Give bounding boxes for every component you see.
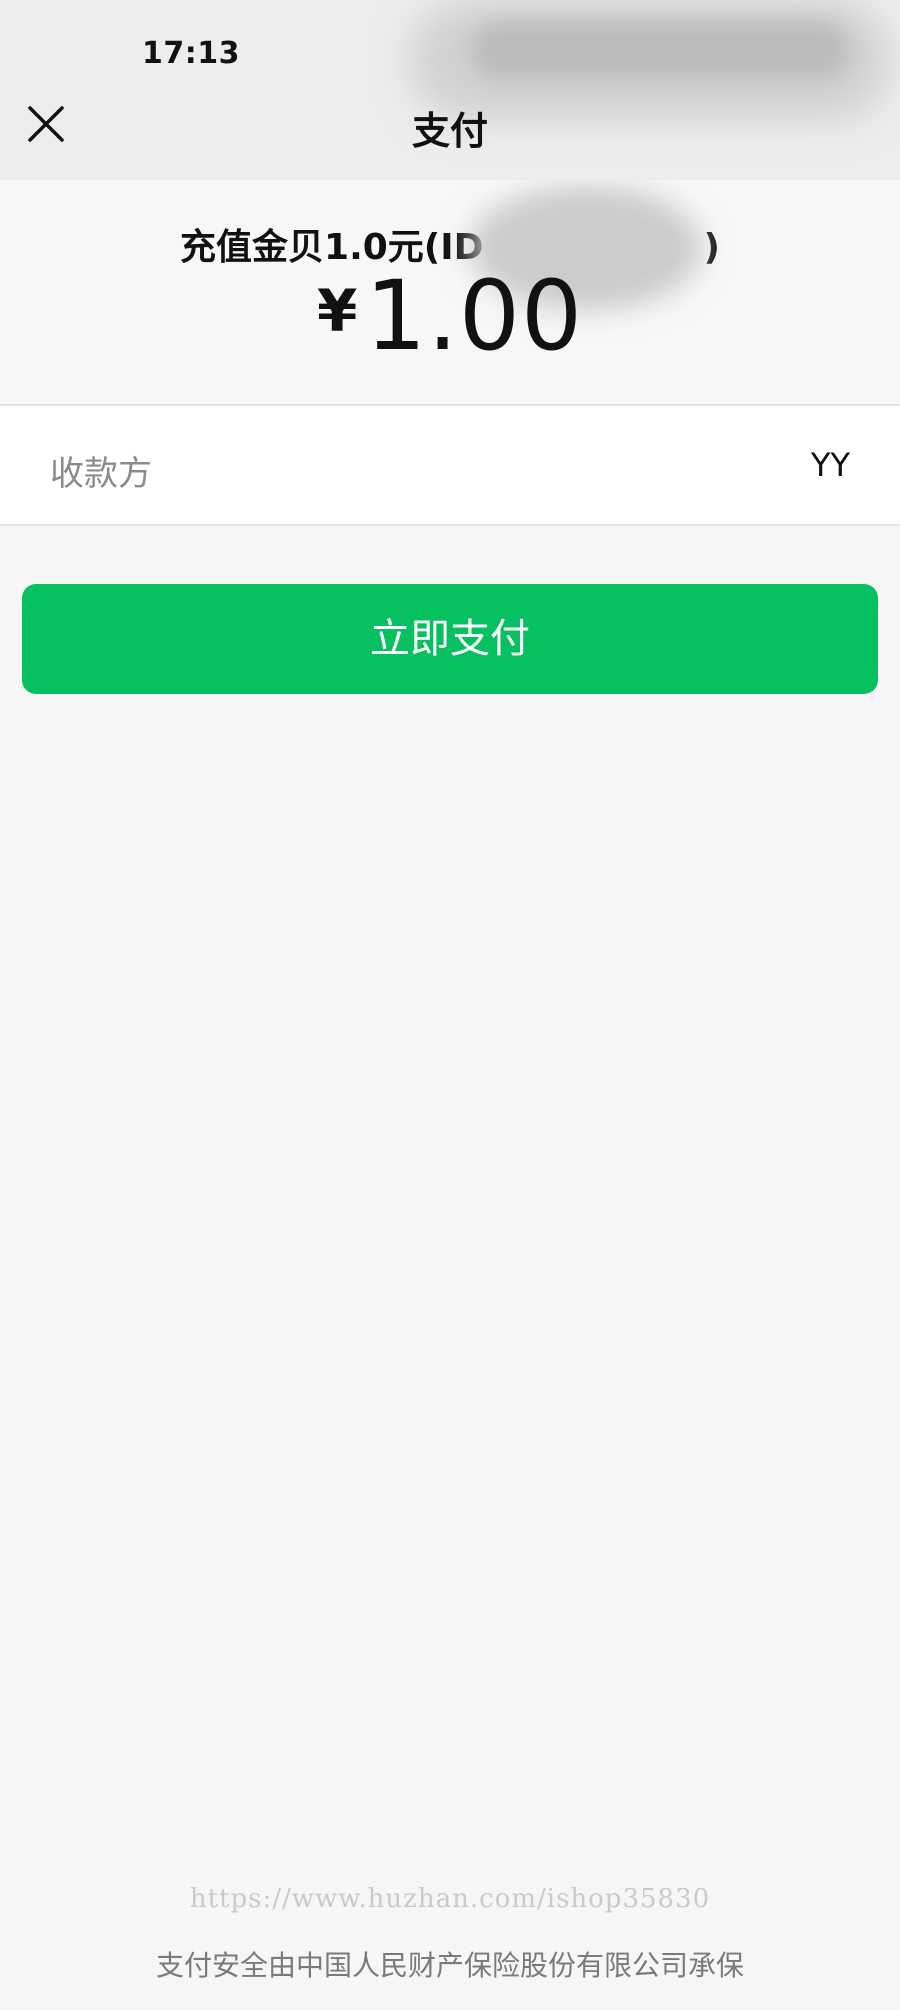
payment-summary: 充值金贝1.0元(ID) ¥1.00 <box>0 180 900 406</box>
top-bar: 17:13 支付 <box>0 0 900 180</box>
currency-symbol: ¥ <box>316 277 358 345</box>
page-title: 支付 <box>411 109 488 153</box>
status-time: 17:13 <box>142 36 240 71</box>
payee-label: 收款方 <box>50 454 152 494</box>
payee-value: YY <box>810 446 850 484</box>
pay-now-button[interactable]: 立即支付 <box>22 584 878 694</box>
amount-value: 1.00 <box>365 260 584 372</box>
blurred-status-text <box>470 20 850 80</box>
payee-row: 收款方 YY <box>0 406 900 526</box>
payment-amount: ¥1.00 <box>0 260 900 372</box>
insurance-note: 支付安全由中国人民财产保险股份有限公司承保 <box>155 1949 744 1982</box>
watermark-text: https://www.huzhan.com/ishop35830 <box>189 1884 711 1914</box>
